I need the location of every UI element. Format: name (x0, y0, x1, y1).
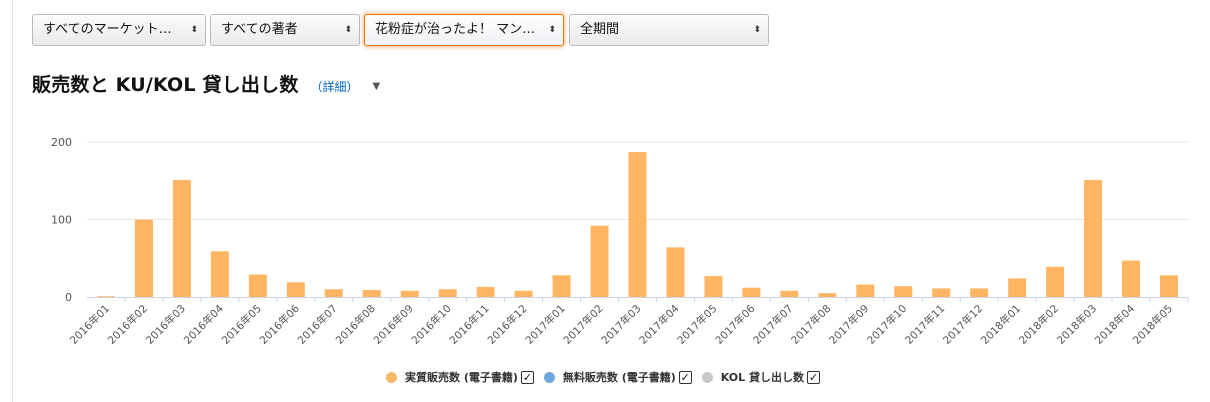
title-select[interactable]: 花粉症が治ったよ！ マン… ⬍ (364, 14, 564, 46)
legend-item-free[interactable]: 無料販売数 (電子書籍) ✓ (543, 369, 692, 385)
bar[interactable] (780, 290, 799, 297)
x-tick-label: 2018年05 (1130, 302, 1175, 347)
select-arrows-icon: ⬍ (753, 25, 761, 35)
x-tick-label: 2017年04 (637, 302, 682, 347)
bar[interactable] (932, 288, 951, 297)
bar[interactable] (894, 286, 913, 297)
bar[interactable] (286, 282, 305, 297)
detail-link[interactable]: （詳細） (311, 78, 359, 95)
caret-down-icon[interactable]: ▼ (373, 81, 381, 92)
bar[interactable] (666, 247, 685, 297)
x-tick-label: 2016年05 (219, 302, 264, 347)
author-select-value: すべての著者 (221, 22, 298, 37)
sales-bar-chart: 01002002016年012016年022016年032016年042016年… (51, 136, 1189, 347)
x-tick-label: 2018年02 (1016, 302, 1061, 347)
legend-label: 実質販売数 (電子書籍) (405, 371, 518, 384)
x-tick-label: 2018年04 (1092, 302, 1137, 347)
left-divider (12, 0, 13, 402)
select-arrows-icon: ⬍ (548, 25, 556, 35)
x-tick-label: 2017年08 (788, 302, 833, 347)
legend-checkbox[interactable]: ✓ (678, 370, 692, 384)
x-tick-label: 2017年01 (523, 302, 568, 347)
select-arrows-icon: ⬍ (190, 25, 198, 35)
legend-dot-icon (543, 371, 555, 383)
bar[interactable] (324, 289, 343, 297)
legend-item-kol[interactable]: KOL 貸し出し数 ✓ (701, 369, 821, 385)
marketplace-select-value: すべてのマーケット… (43, 22, 172, 37)
section-heading: 販売数と KU/KOL 貸し出し数 （詳細） ▼ (32, 70, 380, 98)
bar[interactable] (400, 290, 419, 297)
author-select[interactable]: すべての著者 ⬍ (210, 14, 360, 46)
bar[interactable] (172, 179, 191, 297)
bar[interactable] (476, 286, 495, 297)
page-title: 販売数と KU/KOL 貸し出し数 (32, 74, 299, 96)
x-tick-label: 2016年02 (105, 302, 150, 347)
y-tick-label: 100 (51, 214, 72, 227)
x-tick-label: 2016年10 (409, 302, 454, 347)
bar[interactable] (590, 225, 609, 297)
period-select-value: 全期間 (580, 22, 620, 37)
period-select[interactable]: 全期間 ⬍ (569, 14, 769, 46)
bar[interactable] (1084, 179, 1103, 297)
legend-dot-icon (386, 371, 397, 383)
x-tick-label: 2018年03 (1054, 302, 1099, 347)
y-tick-label: 0 (65, 291, 72, 304)
bar[interactable] (818, 293, 837, 297)
x-tick-label: 2018年01 (978, 302, 1023, 347)
x-tick-label: 2017年03 (599, 302, 644, 347)
x-tick-label: 2016年07 (295, 302, 340, 347)
x-tick-label: 2016年03 (143, 302, 188, 347)
bar[interactable] (1008, 278, 1027, 297)
bar[interactable] (438, 289, 457, 297)
title-select-value: 花粉症が治ったよ！ マン… (375, 22, 536, 37)
x-tick-label: 2016年01 (67, 302, 112, 347)
bar[interactable] (704, 276, 723, 297)
x-tick-label: 2017年07 (751, 302, 796, 347)
bar[interactable] (134, 219, 153, 298)
x-tick-label: 2016年11 (447, 302, 492, 347)
x-tick-label: 2017年09 (826, 302, 871, 347)
x-tick-label: 2017年12 (940, 302, 985, 347)
x-tick-label: 2017年05 (675, 302, 720, 347)
x-tick-label: 2016年04 (181, 302, 226, 347)
bar[interactable] (210, 251, 229, 297)
select-arrows-icon: ⬍ (344, 25, 352, 35)
x-tick-label: 2017年10 (864, 302, 909, 347)
legend-checkbox[interactable]: ✓ (520, 370, 534, 384)
x-tick-label: 2017年11 (902, 302, 947, 347)
bar[interactable] (742, 287, 761, 297)
bar[interactable] (628, 152, 647, 297)
bar[interactable] (96, 296, 115, 297)
chart-legend: 実質販売数 (電子書籍) ✓ 無料販売数 (電子書籍) ✓ KOL 貸し出し数 … (386, 368, 830, 386)
x-tick-label: 2017年02 (561, 302, 606, 347)
x-tick-label: 2016年09 (371, 302, 416, 347)
y-tick-label: 200 (51, 136, 72, 149)
bar[interactable] (362, 290, 381, 297)
x-tick-label: 2016年06 (257, 302, 302, 347)
bar[interactable] (856, 284, 875, 297)
x-tick-label: 2016年08 (333, 302, 378, 347)
x-tick-label: 2017年06 (713, 302, 758, 347)
legend-item-paid[interactable]: 実質販売数 (電子書籍) ✓ (386, 369, 534, 385)
legend-label: KOL 貸し出し数 (720, 371, 805, 384)
marketplace-select[interactable]: すべてのマーケット… ⬍ (32, 14, 206, 46)
bar[interactable] (1046, 266, 1065, 297)
bar[interactable] (970, 288, 989, 297)
legend-checkbox[interactable]: ✓ (807, 370, 821, 384)
legend-dot-icon (701, 371, 713, 383)
bar[interactable] (1160, 275, 1179, 297)
bar[interactable] (514, 290, 533, 297)
x-tick-label: 2016年12 (485, 302, 530, 347)
bar[interactable] (248, 274, 267, 297)
bar[interactable] (552, 275, 571, 297)
bar[interactable] (1122, 260, 1141, 297)
legend-label: 無料販売数 (電子書籍) (562, 371, 676, 384)
